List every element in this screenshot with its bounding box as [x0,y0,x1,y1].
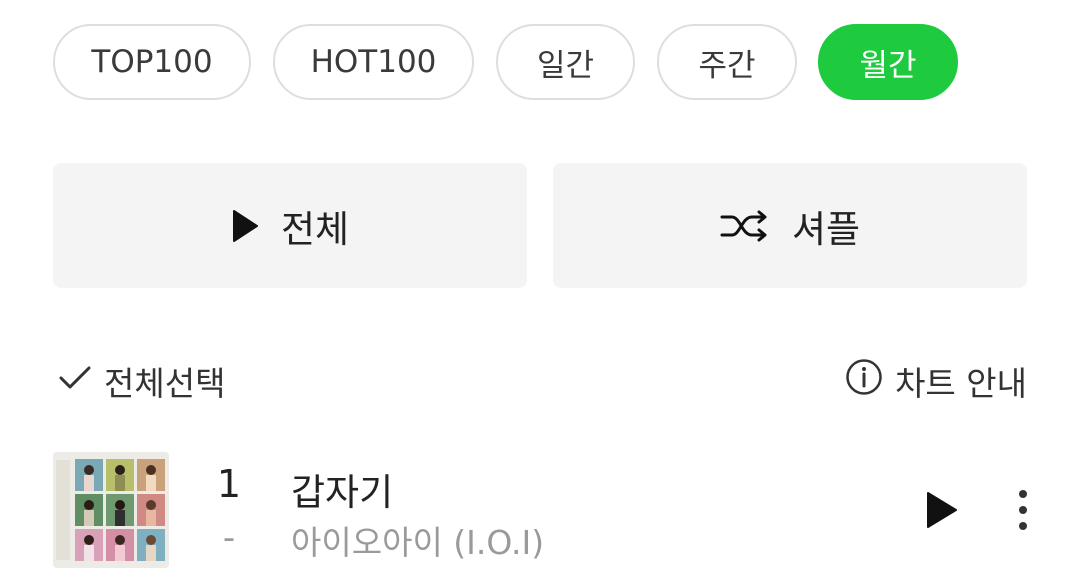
shuffle-label: 셔플 [791,207,861,251]
chip-label: 일간 [536,47,595,84]
select-all-button[interactable]: 전체선택 [58,356,225,406]
more-vertical-icon [1011,490,1035,536]
chip-monthly[interactable]: 월간 [818,24,958,100]
shuffle-button[interactable]: 셔플 [553,163,1027,288]
chip-label: TOP100 [91,44,213,80]
chip-label: 주간 [698,47,756,84]
play-icon [231,209,259,243]
song-artist[interactable]: 아이오아이 (I.O.I) [291,516,544,564]
check-icon [58,362,92,401]
rank-change: - [222,518,236,558]
select-all-label: 전체선택 [104,364,226,403]
song-row[interactable]: 1 - 갑자기 아이오아이 (I.O.I) [53,452,1053,568]
chip-label: HOT100 [310,44,437,80]
chip-weekly[interactable]: 주간 [657,24,797,100]
chip-top100[interactable]: TOP100 [53,24,251,100]
chart-info-button[interactable]: 차트 안내 [845,356,1027,406]
play-all-label: 전체 [280,207,350,251]
song-play-button[interactable] [923,490,959,530]
info-icon [845,358,883,404]
chip-daily[interactable]: 일간 [496,24,635,100]
chip-label: 월간 [859,47,917,84]
song-rank: 1 [216,462,242,506]
chip-hot100[interactable]: HOT100 [273,24,474,100]
play-icon [923,492,959,534]
shuffle-icon [720,209,770,243]
play-all-button[interactable]: 전체 [53,163,527,288]
chart-info-label: 차트 안내 [895,364,1027,403]
song-more-button[interactable] [1011,488,1035,532]
album-art [53,452,169,568]
song-title[interactable]: 갑자기 [291,462,393,516]
